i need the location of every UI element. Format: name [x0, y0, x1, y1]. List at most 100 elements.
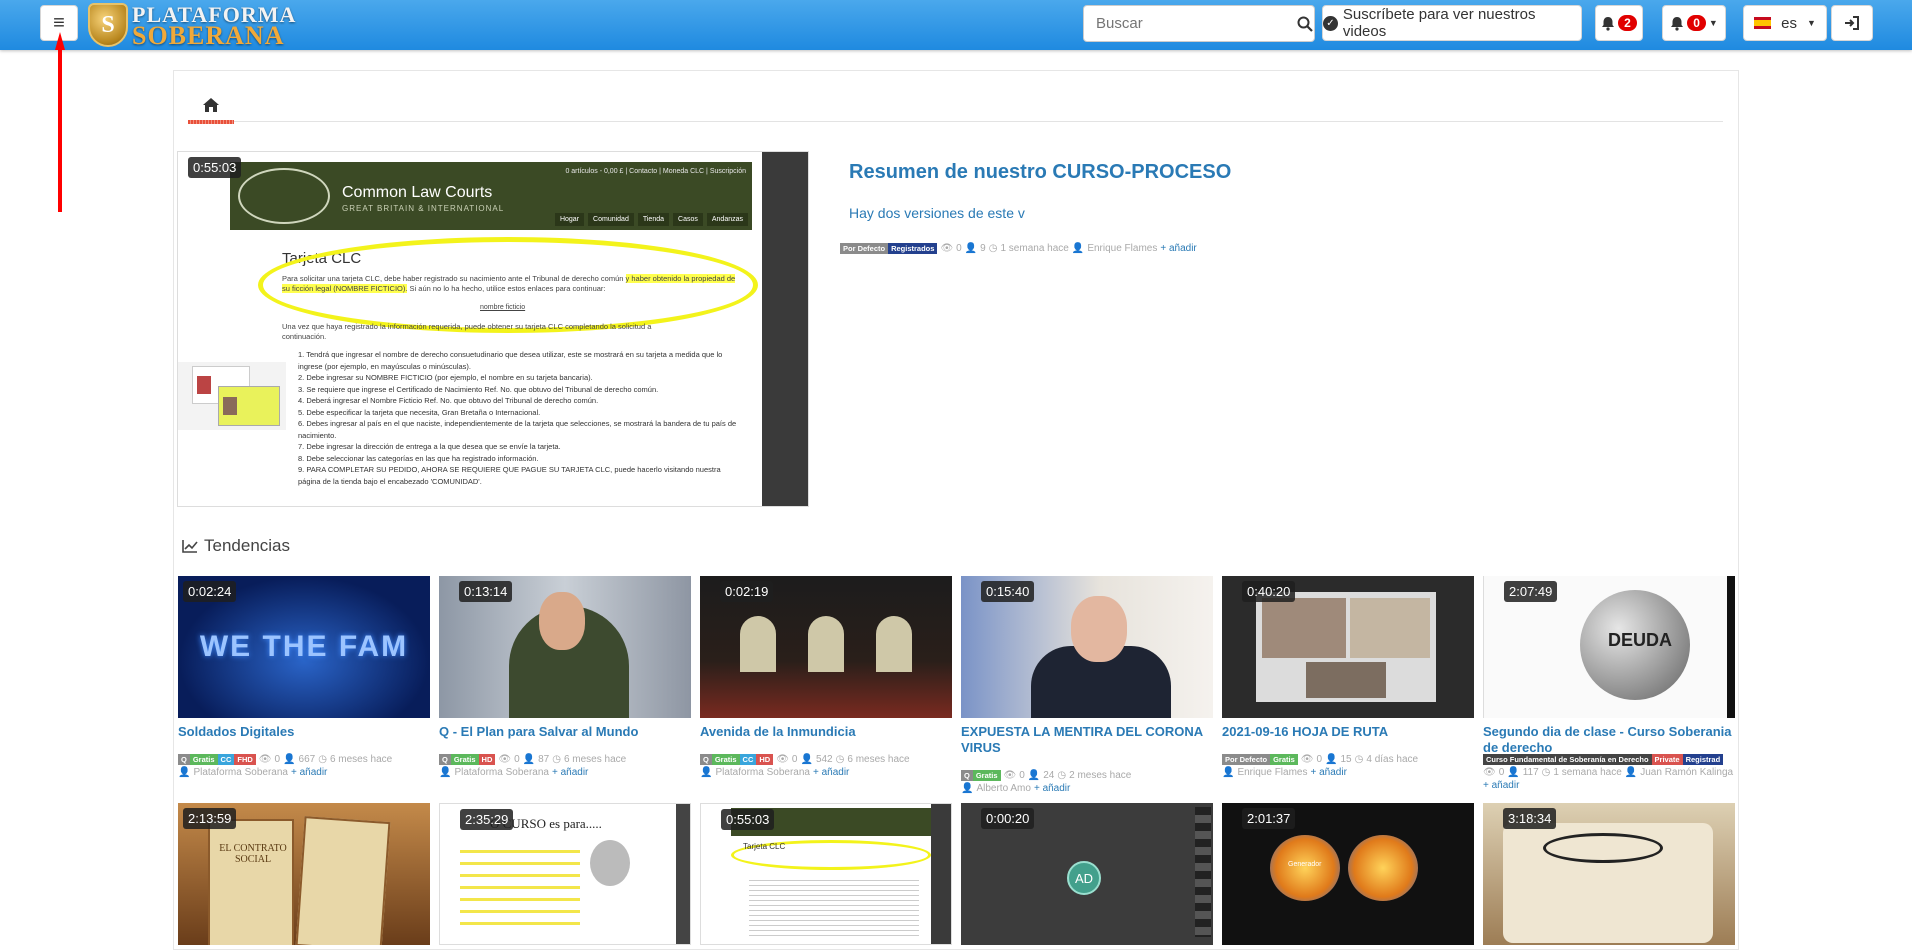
add-button[interactable]: + añadir [813, 767, 849, 778]
eye-icon: 👁 [498, 754, 512, 765]
user-icon: 👤 [178, 767, 191, 778]
tag: Por Defecto [1222, 754, 1271, 765]
user-icon: 👤 [522, 754, 536, 765]
video-title[interactable]: 2021-09-16 HOJA DE RUTA [1222, 724, 1474, 740]
alerts-dropdown-button[interactable]: 0 ▼ [1662, 5, 1726, 41]
thumb-instructions-list: 1. Tendrá que ingresar el nombre de dere… [298, 350, 737, 486]
video-thumbnail[interactable]: 0:40:20 [1222, 576, 1474, 718]
user-icon: 👤 [800, 754, 813, 765]
eye-icon: 👁 [1300, 754, 1314, 765]
add-button[interactable]: + añadir [1310, 767, 1346, 778]
likes-count: 15 [1340, 754, 1352, 765]
top-navbar: ≡ S PLATAFORMA SOBERANA ✓ Suscríbete par… [0, 0, 1912, 50]
site-logo[interactable]: S PLATAFORMA SOBERANA [88, 2, 296, 50]
video-card[interactable]: 0:40:20 2021-09-16 HOJA DE RUTA Por Defe… [1222, 576, 1474, 778]
user-icon: 👤 [1507, 767, 1520, 778]
video-title[interactable]: Avenida de la Inmundicia [700, 724, 952, 740]
duration-badge: 0:40:20 [1242, 581, 1296, 602]
add-button[interactable]: + añadir [1483, 780, 1519, 791]
likes-count: 542 [815, 754, 833, 765]
time-ago: 6 meses hace [563, 754, 627, 765]
video-thumbnail[interactable]: EL CONTRATO SOCIAL 2:13:59 [178, 803, 430, 945]
tab-home[interactable] [188, 86, 234, 124]
thumb-site-subtitle: GREAT BRITAIN & INTERNATIONAL [342, 204, 505, 213]
tag: FHD [234, 754, 256, 765]
login-button[interactable] [1831, 5, 1873, 41]
add-button[interactable]: + añadir [1034, 783, 1070, 794]
tag: Curso Fundamental de Soberanía en Derech… [1483, 754, 1652, 765]
duration-badge: 0:13:14 [459, 581, 513, 602]
video-card[interactable]: 0:02:19 Avenida de la Inmundicia Q Gratis… [700, 576, 952, 778]
featured-video-title[interactable]: Resumen de nuestro CURSO-PROCESO [849, 161, 1231, 184]
search-icon[interactable] [1295, 16, 1314, 32]
subscribe-button[interactable]: ✓ Suscríbete para ver nuestros videos [1322, 5, 1582, 41]
add-button[interactable]: + añadir [291, 767, 327, 778]
video-thumbnail[interactable]: 3:18:34 [1483, 803, 1735, 945]
author-name[interactable]: Enrique Flames [1087, 243, 1157, 254]
video-meta: Q Gratis 👁 0 👤 24 ◷ 2 meses hace [961, 770, 1131, 781]
logo-shield-icon: S [88, 3, 128, 47]
duration-badge: 0:55:03 [188, 157, 242, 178]
video-meta-author: 👤 Plataforma Soberana + añadir [178, 767, 327, 778]
video-card[interactable]: AD 0:00:20 [961, 803, 1213, 945]
views-count: 0 [791, 754, 798, 765]
video-title[interactable]: Soldados Digitales [178, 724, 430, 740]
duration-badge: 2:07:49 [1504, 581, 1558, 602]
duration-badge: 0:55:03 [721, 809, 775, 830]
likes-count: 667 [298, 754, 316, 765]
notifications-button[interactable]: 2 [1595, 5, 1643, 41]
user-icon: 👤 [1624, 767, 1638, 778]
video-title[interactable]: Q - El Plan para Salvar al Mundo [439, 724, 691, 740]
duration-badge: 0:15:40 [981, 581, 1035, 602]
video-title[interactable]: Segundo dia de clase - Curso Soberania d… [1483, 724, 1735, 756]
language-code: es [1781, 14, 1797, 32]
author-name: Enrique Flames [1237, 767, 1308, 778]
user-icon: 👤 [964, 243, 978, 254]
video-thumbnail[interactable]: AD 0:00:20 [961, 803, 1213, 945]
clock-icon: ◷ [988, 243, 998, 254]
add-button[interactable]: + añadir [1160, 243, 1196, 254]
video-title[interactable]: EXPUESTA LA MENTIRA DEL CORONA VIRUS [961, 724, 1213, 756]
author-name: Plataforma Soberana [454, 767, 549, 778]
video-thumbnail[interactable]: 0:15:40 [961, 576, 1213, 718]
video-card[interactable]: EL CONTRATO SOCIAL 2:13:59 [178, 803, 430, 945]
video-card[interactable]: Tarjeta CLC 0:55:03 [700, 803, 952, 945]
video-card[interactable]: 0:13:14 Q - El Plan para Salvar al Mundo… [439, 576, 691, 778]
thumb-card-images [178, 362, 286, 430]
video-thumbnail[interactable]: 0:02:19 [700, 576, 952, 718]
thumb-nav-item: Comunidad [588, 213, 634, 226]
video-card[interactable]: 0:15:40 EXPUESTA LA MENTIRA DEL CORONA V… [961, 576, 1213, 794]
author-name: Plataforma Soberana [193, 767, 288, 778]
language-selector[interactable]: es ▼ [1743, 5, 1827, 41]
video-thumbnail[interactable]: O CURSO es para..... 2:35:29 [439, 803, 691, 945]
video-card[interactable]: WE THE FAM 0:02:24 Soldados Digitales QG… [178, 576, 430, 778]
video-thumbnail[interactable]: 0:13:14 [439, 576, 691, 718]
tag: HD [756, 754, 774, 765]
duration-badge: 0:02:19 [720, 581, 774, 602]
views-count: 0 [274, 754, 281, 765]
video-card[interactable]: 3:18:34 [1483, 803, 1735, 945]
time-ago: 2 meses hace [1069, 770, 1132, 781]
video-card[interactable]: DEUDA 2:07:49 Segundo dia de clase - Cur… [1483, 576, 1735, 791]
featured-video-thumbnail[interactable]: 0 artículos - 0,00 £ | Contacto | Moneda… [177, 151, 809, 507]
video-thumbnail[interactable]: Generador 2:01:37 [1222, 803, 1474, 945]
thumb-site-title: Common Law Courts [342, 184, 493, 201]
user-icon: 👤 [700, 767, 713, 778]
video-card[interactable]: O CURSO es para..... 2:35:29 [439, 803, 691, 945]
video-card[interactable]: Generador 2:01:37 [1222, 803, 1474, 945]
time-ago: 4 días hace [1366, 754, 1419, 765]
clock-icon: ◷ [1354, 754, 1364, 765]
video-thumbnail[interactable]: WE THE FAM 0:02:24 [178, 576, 430, 718]
search-input[interactable] [1084, 6, 1295, 41]
video-thumbnail[interactable]: Tarjeta CLC 0:55:03 [700, 803, 952, 945]
logo-text-bottom: SOBERANA [132, 21, 285, 50]
video-meta-author: 👤 Plataforma Soberana + añadir [700, 767, 849, 778]
access-tag[interactable]: Registrados [888, 243, 938, 254]
add-button[interactable]: + añadir [552, 767, 588, 778]
thumb-paragraph-2: Una vez que haya registrado la informaci… [282, 322, 652, 341]
clock-icon: ◷ [835, 754, 845, 765]
views-count: 0 [956, 243, 962, 254]
video-thumbnail[interactable]: DEUDA 2:07:49 [1483, 576, 1735, 718]
line-chart-icon [182, 540, 198, 553]
category-tag[interactable]: Por Defecto [840, 243, 889, 254]
